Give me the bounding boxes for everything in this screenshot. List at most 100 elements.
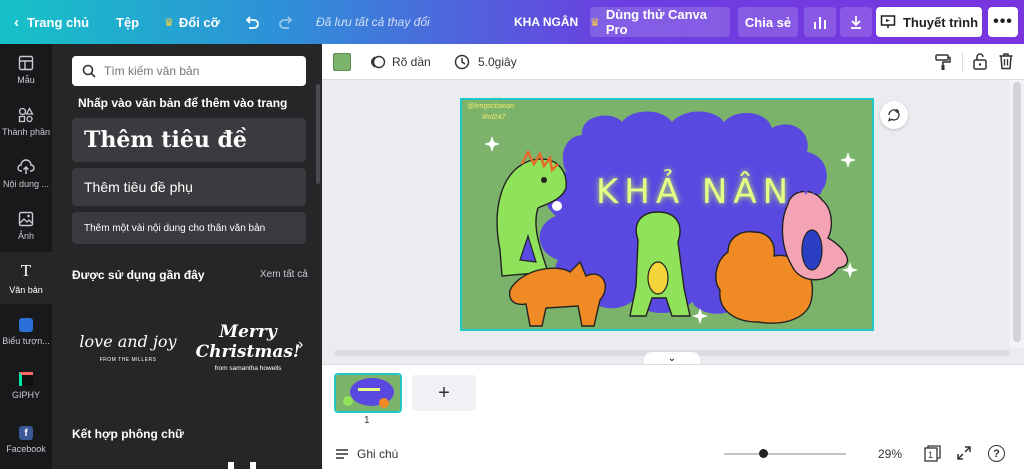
notes-button[interactable]: Ghi chú [335, 438, 398, 469]
transition-button[interactable]: Rõ dần [370, 44, 431, 80]
redo-icon [279, 16, 293, 29]
nav-label: Văn bản [9, 285, 43, 295]
zoom-level[interactable]: 29% [878, 438, 902, 469]
nav-templates[interactable]: Mẫu [0, 44, 52, 96]
canvas-area: @lengocbaoan #hd247 KHẢ NÂN ⌄ [322, 80, 1024, 364]
text-panel: Nhấp vào văn bản để thêm vào trang Thêm … [52, 44, 322, 469]
zoom-slider-handle[interactable] [759, 449, 769, 458]
design-title[interactable]: KHA NGÂN [514, 0, 578, 44]
design-illustration [462, 100, 872, 329]
add-comment-button[interactable] [880, 101, 908, 129]
canvas-handle-text[interactable]: @lengocbaoan [467, 103, 514, 110]
notes-icon [336, 448, 348, 459]
fullscreen-button[interactable] [956, 445, 972, 464]
panel-scrollbar[interactable] [316, 84, 320, 184]
canvas-hashtag-text[interactable]: #hd247 [482, 114, 505, 121]
download-button[interactable] [840, 7, 872, 37]
vertical-scrollbar-track [1010, 80, 1024, 348]
crown-icon: ♛ [590, 16, 600, 29]
search-box[interactable] [72, 56, 306, 86]
recent-sub-text: from samantha howells [214, 365, 282, 372]
home-label: Trang chủ [27, 14, 90, 30]
recent-heading: Được sử dụng gần đây [72, 268, 205, 282]
nav-elements[interactable]: Thành phần [0, 96, 52, 148]
zoom-slider[interactable] [724, 449, 846, 458]
recent-main-text: love and joy [79, 331, 177, 351]
nav-uploads[interactable]: Nội dung ... [0, 148, 52, 200]
elements-icon [18, 107, 34, 123]
add-body-text-button[interactable]: Thêm một vài nội dung cho thân văn bản [72, 212, 306, 244]
expand-icon [957, 446, 971, 460]
chevron-down-icon: ⌄ [667, 352, 677, 364]
crown-icon: ♛ [164, 16, 174, 29]
recent-text-item[interactable]: Merry Christmas! from samantha howells [195, 302, 301, 392]
font-combo-preview[interactable] [228, 458, 258, 469]
comment-add-icon [887, 109, 900, 122]
nav-label: Mẫu [17, 75, 35, 85]
redo-button[interactable] [274, 0, 298, 44]
see-all-link[interactable]: Xem tất cả [260, 269, 308, 280]
present-button[interactable]: Thuyết trình [876, 7, 982, 37]
page-count-button[interactable]: 1 [924, 445, 942, 462]
file-menu[interactable]: Tệp [116, 0, 139, 44]
recent-text-item[interactable]: love and joy FROM THE MILLERS [72, 302, 184, 392]
toolbar-divider [962, 52, 963, 72]
download-icon [851, 16, 861, 29]
page-strip: 1 + [322, 364, 1024, 438]
nav-giphy[interactable]: GIPHY [0, 360, 52, 412]
back-home-button[interactable]: ‹ Trang chủ [14, 0, 89, 44]
font-combo-heading: Kết hợp phông chữ [72, 427, 184, 441]
nav-label: Biểu tượn... [2, 336, 50, 346]
recent-main-text: Christmas! [195, 342, 301, 362]
giphy-icon [19, 372, 33, 386]
nav-text[interactable]: T Văn bản [0, 252, 52, 304]
search-input[interactable] [104, 64, 306, 78]
combo-glyph [228, 462, 234, 469]
nav-label: GIPHY [11, 390, 40, 400]
combo-glyph [250, 462, 256, 469]
add-page-button[interactable]: + [412, 375, 476, 411]
page-thumbnail[interactable] [334, 373, 402, 413]
nav-label: Nội dung ... [2, 179, 50, 189]
top-bar: ‹ Trang chủ Tệp ♛ Đổi cỡ Đã lưu tất cả t… [0, 0, 1024, 44]
timing-button[interactable]: 5.0giây [454, 44, 517, 80]
add-subheading-button[interactable]: Thêm tiêu đề phụ [72, 168, 306, 206]
left-nav: Mẫu Thành phần Nội dung ... Ảnh T Văn bả… [0, 44, 52, 469]
presentation-icon [880, 15, 896, 28]
lock-button[interactable] [972, 52, 988, 73]
plus-icon: + [438, 381, 450, 404]
share-button[interactable]: Chia sẻ [738, 7, 798, 37]
nav-facebook[interactable]: f Facebook [0, 414, 52, 466]
try-pro-label: Dùng thử Canva Pro [605, 7, 708, 37]
editor-toolbar: Rõ dần 5.0giây [322, 44, 1024, 80]
footer-bar: Ghi chú 29% 1 ? [322, 438, 1024, 469]
more-icon: ••• [993, 13, 1013, 30]
notes-label: Ghi chú [357, 446, 399, 461]
chevron-right-icon: › [298, 336, 304, 353]
vertical-scrollbar[interactable] [1013, 82, 1021, 342]
paint-roller-icon [935, 54, 951, 70]
nav-logos[interactable]: Biểu tượn... [0, 306, 52, 358]
insights-button[interactable] [804, 7, 836, 37]
resize-button[interactable]: ♛ Đổi cỡ [164, 0, 220, 44]
design-page[interactable]: @lengocbaoan #hd247 KHẢ NÂN [460, 98, 874, 331]
more-options-button[interactable]: ••• [988, 7, 1018, 37]
page-number: 1 [364, 415, 370, 426]
add-heading-button[interactable]: Thêm tiêu đề [72, 118, 306, 162]
bar-chart-icon [814, 17, 826, 29]
nav-photos[interactable]: Ảnh [0, 200, 52, 252]
copy-style-button[interactable] [934, 53, 952, 74]
facebook-icon: f [19, 426, 33, 440]
delete-button[interactable] [998, 52, 1014, 73]
transition-icon [371, 55, 386, 69]
background-color-swatch[interactable] [333, 53, 351, 71]
photo-icon [18, 211, 34, 227]
try-pro-button[interactable]: ♛ Dùng thử Canva Pro [590, 7, 730, 37]
canvas-title-text[interactable]: KHẢ NÂN [596, 172, 794, 212]
trash-icon [999, 53, 1013, 70]
scroll-right-button[interactable]: › [298, 336, 303, 354]
collapse-pages-button[interactable]: ⌄ [644, 352, 700, 364]
help-button[interactable]: ? [988, 445, 1005, 462]
app-logo-icon [19, 318, 33, 332]
undo-button[interactable] [240, 0, 264, 44]
